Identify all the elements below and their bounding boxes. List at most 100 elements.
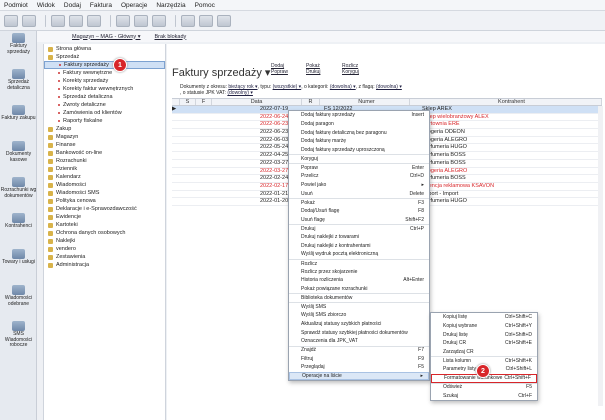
forward-icon[interactable]: [22, 14, 36, 27]
menu-item[interactable]: Drukuj naklejki z kontrahentami: [289, 241, 429, 250]
print-icon[interactable]: [116, 14, 130, 27]
menu-item[interactable]: Wyślij SMS: [289, 302, 429, 311]
magazyn-selector[interactable]: Magazyn – MAG - Główny ▾: [72, 34, 140, 40]
menu-item[interactable]: Dodaj fakturę marżę: [289, 137, 429, 146]
delete-icon[interactable]: [87, 14, 101, 27]
edit-icon[interactable]: [69, 14, 83, 27]
blokada-link[interactable]: Brak blokady: [154, 34, 186, 40]
menu-item[interactable]: Usuń Delete: [289, 189, 429, 198]
tree-item[interactable]: Zestawienia: [44, 253, 165, 261]
tree-item[interactable]: Administracja: [44, 261, 165, 269]
filter-icon[interactable]: [152, 14, 166, 27]
menu-item[interactable]: Koryguj: [289, 154, 429, 163]
filter-type-value[interactable]: (wszystkie) ▾: [273, 84, 302, 90]
menu-item[interactable]: Przelicz Ctrl+D: [289, 172, 429, 181]
menu-item[interactable]: Zarządzaj CR: [431, 348, 537, 357]
edit-link[interactable]: Popraw: [271, 69, 288, 75]
tree-item[interactable]: Korekty faktur wewnętrznych: [44, 85, 165, 93]
column-header[interactable]: Data: [212, 99, 302, 105]
menu-item[interactable]: Drukuj Ctrl+P: [289, 223, 429, 233]
menu-item[interactable]: Dodaj fakturę sprzedaży uproszczoną: [289, 146, 429, 155]
menu-item[interactable]: Znajdź F7: [289, 345, 429, 355]
menu-item-dodaj[interactable]: Dodaj: [64, 2, 81, 9]
tree-item[interactable]: Zamówienia od klientów: [44, 109, 165, 117]
menu-item[interactable]: Historia rozliczenia Alt+Enter: [289, 276, 429, 285]
menu-item[interactable]: Dodaj/Usuń flagę F8: [289, 207, 429, 216]
menu-item[interactable]: Powiel jako ▸: [289, 181, 429, 190]
column-header[interactable]: Kontrahent: [410, 99, 602, 105]
menu-item[interactable]: Dodaj fakturę sprzedaży Insert: [289, 111, 429, 120]
tree-item[interactable]: Sprzedaż detaliczna: [44, 93, 165, 101]
tree-item[interactable]: Naklejki: [44, 237, 165, 245]
sidebar-button[interactable]: Faktury sprzedaży: [0, 31, 37, 67]
menu-item[interactable]: Rozlicz przez skojarzenie: [289, 267, 429, 276]
tree-item[interactable]: Dziennik: [44, 165, 165, 173]
menu-item[interactable]: Operacje na liście ▸: [289, 371, 429, 381]
tree-item[interactable]: Wiadomości: [44, 181, 165, 189]
menu-item[interactable]: Kopiuj listę Ctrl+Shift+C: [431, 313, 537, 322]
tree-item[interactable]: Faktury wewnętrzne: [44, 69, 165, 77]
tree-item[interactable]: Deklaracje i e-Sprawozdawczość: [44, 205, 165, 213]
tree-item[interactable]: Zwroty detaliczne: [44, 101, 165, 109]
menu-item[interactable]: Pokaż F3: [289, 197, 429, 207]
menu-item-operacje[interactable]: Operacje: [121, 2, 147, 9]
column-header[interactable]: Numer: [320, 99, 410, 105]
menu-item[interactable]: Sprawdź statusy szybkiej płatności dokum…: [289, 328, 429, 337]
tree-item[interactable]: Bankowość on-line: [44, 149, 165, 157]
menu-item[interactable]: Usuń flagę Shift+F2: [289, 215, 429, 224]
menu-item[interactable]: Biblioteka dokumentów: [289, 293, 429, 302]
print-link[interactable]: Drukuj: [306, 69, 320, 75]
menu-item[interactable]: Popraw Enter: [289, 163, 429, 172]
filter-flag-value[interactable]: (dowolna) ▾: [376, 84, 402, 90]
sidebar-button[interactable]: Sprzedaż detaliczna: [0, 67, 37, 103]
menu-item[interactable]: Drukuj listę Ctrl+Shift+D: [431, 330, 537, 339]
sidebar-button[interactable]: Kontrahenci: [0, 211, 37, 247]
menu-item[interactable]: Oznaczenia dla JPK_VAT: [289, 337, 429, 346]
tree-item[interactable]: Kartoteki: [44, 221, 165, 229]
tree-item[interactable]: Finanse: [44, 141, 165, 149]
menu-item[interactable]: Szukaj Ctrl+F: [431, 391, 537, 400]
tree-item[interactable]: Polityka cenowa: [44, 197, 165, 205]
menu-item[interactable]: Drukuj CR Ctrl+Shift+E: [431, 339, 537, 348]
tree-item[interactable]: vendero: [44, 245, 165, 253]
menu-item[interactable]: Rozlicz: [289, 258, 429, 268]
tree-item[interactable]: Ewidencje: [44, 213, 165, 221]
sidebar-button[interactable]: Towary i usługi: [0, 247, 37, 283]
menu-item[interactable]: Kopiuj wybrane Ctrl+Shift+Y: [431, 322, 537, 331]
menu-item[interactable]: Wyślij wydruk pocztą elektroniczną: [289, 250, 429, 259]
tree-item[interactable]: Korekty sprzedaży: [44, 77, 165, 85]
menu-item-faktura[interactable]: Faktura: [90, 2, 112, 9]
tree-item[interactable]: Zakup: [44, 125, 165, 133]
menu-item[interactable]: Aktualizuj statusy szybkich płatności: [289, 320, 429, 329]
sidebar-button[interactable]: Wiadomości odebrane: [0, 283, 37, 319]
tree-item[interactable]: Strona główna: [44, 45, 165, 53]
tree-item[interactable]: Ochrona danych osobowych: [44, 229, 165, 237]
filter-jpk-value[interactable]: (dowolny) ▾: [227, 90, 253, 96]
menu-item-narzędzia[interactable]: Narzędzia: [156, 2, 185, 9]
column-header[interactable]: S: [180, 99, 196, 105]
calendar-icon[interactable]: [199, 14, 213, 27]
collapsed-panel-strip[interactable]: [37, 44, 44, 420]
menu-item[interactable]: Drukuj naklejki z towarami: [289, 233, 429, 242]
menu-item-widok[interactable]: Widok: [37, 2, 55, 9]
tree-item[interactable]: Magazyn: [44, 133, 165, 141]
calculator-icon[interactable]: [181, 14, 195, 27]
menu-item[interactable]: Odśwież F5: [431, 382, 537, 392]
help-icon[interactable]: [217, 14, 231, 27]
tree-item[interactable]: Kalendarz: [44, 173, 165, 181]
back-icon[interactable]: [4, 14, 18, 27]
menu-item-pomoc[interactable]: Pomoc: [195, 2, 215, 9]
correct-link[interactable]: Koryguj: [342, 69, 359, 75]
column-header[interactable]: F: [196, 99, 212, 105]
new-document-icon[interactable]: [51, 14, 65, 27]
sidebar-button[interactable]: SMS Wiadomości robocze: [0, 319, 37, 355]
tree-item[interactable]: Wiadomości SMS: [44, 189, 165, 197]
mail-icon[interactable]: [134, 14, 148, 27]
sidebar-button[interactable]: Dokumenty kasowe: [0, 139, 37, 175]
page-title[interactable]: Faktury sprzedaży ▾: [172, 66, 270, 79]
sidebar-button[interactable]: Faktury zakupu: [0, 103, 37, 139]
menu-item-podmiot[interactable]: Podmiot: [4, 2, 28, 9]
column-header[interactable]: R: [302, 99, 320, 105]
tree-item[interactable]: Faktury sprzedaży: [44, 61, 165, 69]
menu-item[interactable]: Dodaj fakturę detaliczną bez paragonu: [289, 128, 429, 137]
